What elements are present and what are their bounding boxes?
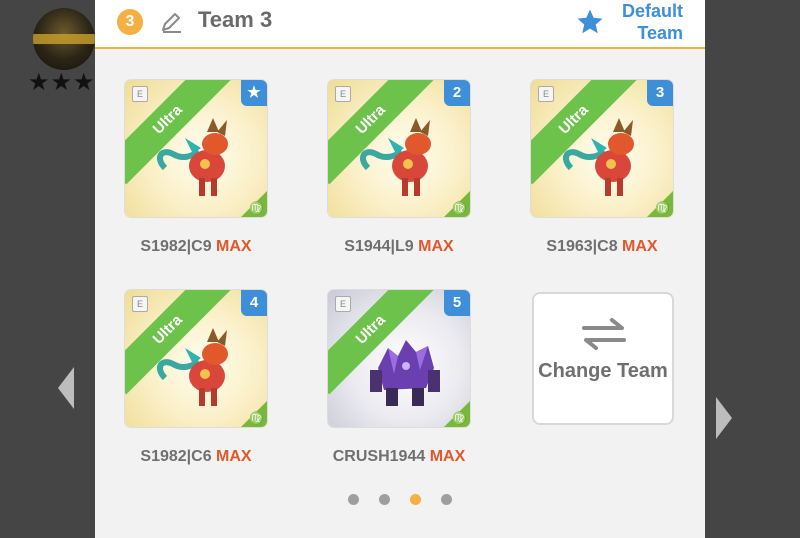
creature-card-4[interactable]: E Ultra 4 ♍	[125, 290, 267, 427]
slot-badge: 4	[241, 290, 267, 316]
red-dragon-icon	[156, 118, 228, 196]
zodiac-icon: ♍	[452, 411, 467, 425]
change-team-label: Change Team	[538, 360, 668, 382]
default-team-button[interactable]: Default Team	[613, 0, 683, 44]
purple-crystal-golem-icon	[370, 340, 440, 406]
zodiac-icon: ♍	[249, 411, 264, 425]
equipment-icon: E	[538, 86, 554, 102]
slot-badge: 2	[444, 80, 470, 106]
creature-name-3: S1963|C8 MAX	[546, 238, 658, 255]
creature-name-5: CRUSH1944 MAX	[332, 448, 466, 465]
player-avatar[interactable]	[33, 8, 95, 70]
page-dot-2[interactable]	[379, 494, 390, 505]
slot-badge: 3	[647, 80, 673, 106]
next-team-arrow-icon[interactable]	[716, 397, 732, 439]
creature-name-4: S1982|C6 MAX	[140, 448, 252, 465]
equipment-icon: E	[335, 86, 351, 102]
page-dot-3[interactable]	[410, 494, 421, 505]
edit-pencil-icon[interactable]	[159, 10, 183, 34]
red-dragon-icon	[156, 328, 228, 406]
previous-team-arrow-icon[interactable]	[58, 367, 74, 409]
default-star-icon[interactable]	[575, 7, 605, 37]
creature-card-3[interactable]: E Ultra 3 ♍	[531, 80, 673, 217]
equipment-icon: E	[132, 296, 148, 312]
player-rating-stars: ★★★	[28, 69, 96, 96]
equipment-icon: E	[132, 86, 148, 102]
team-panel: 3 Team 3 Default Team E Ultra ★ ♍ S1982|…	[95, 0, 705, 538]
equipment-icon: E	[335, 296, 351, 312]
zodiac-icon: ♍	[452, 201, 467, 215]
creature-name-1: S1982|C9 MAX	[140, 238, 252, 255]
team-title: Team 3	[198, 7, 273, 32]
red-dragon-icon	[562, 118, 634, 196]
red-dragon-icon	[359, 118, 431, 196]
creature-card-1[interactable]: E Ultra ★ ♍	[125, 80, 267, 217]
creature-name-2: S1944|L9 MAX	[344, 238, 454, 255]
page-dot-1[interactable]	[348, 494, 359, 505]
change-team-button[interactable]: Change Team	[532, 292, 674, 425]
zodiac-icon: ♍	[249, 201, 264, 215]
slot-badge: 5	[444, 290, 470, 316]
creature-card-2[interactable]: E Ultra 2 ♍	[328, 80, 470, 217]
slot-badge: ★	[241, 80, 267, 106]
page-dot-4[interactable]	[441, 494, 452, 505]
team-header: 3 Team 3 Default Team	[95, 0, 705, 49]
swap-arrows-icon	[582, 318, 626, 350]
zodiac-icon: ♍	[655, 201, 670, 215]
creature-card-5[interactable]: E Ultra 5 ♍	[328, 290, 470, 427]
team-number-badge: 3	[117, 9, 143, 35]
